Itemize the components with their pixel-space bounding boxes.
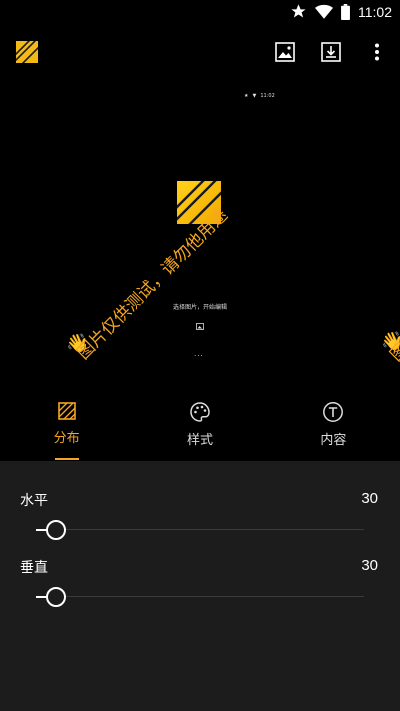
- download-button[interactable]: [308, 29, 354, 75]
- more-button[interactable]: [354, 29, 400, 75]
- watermark-text: 图片仅供测试，请勿他用途: [73, 205, 232, 364]
- slider-thumb[interactable]: [45, 520, 66, 540]
- tab-style[interactable]: 样式: [133, 390, 266, 461]
- star-icon: [291, 4, 306, 18]
- vertical-label: 垂直: [20, 560, 48, 576]
- wifi-icon: [315, 4, 333, 19]
- status-time: 11:02: [358, 3, 392, 20]
- mini-status-bar: ★ ▼ 11:02: [244, 93, 275, 99]
- slider-thumb[interactable]: [45, 587, 66, 607]
- app-bar: [0, 24, 400, 80]
- text-icon: [323, 402, 344, 422]
- mini-wifi-icon: ▼: [252, 93, 257, 99]
- image-button[interactable]: [262, 29, 308, 75]
- palette-icon: [190, 402, 210, 422]
- mini-star-icon: ★: [244, 93, 249, 99]
- more-vert-icon: [375, 43, 379, 61]
- mini-time: 11:02: [260, 93, 275, 99]
- tab-content[interactable]: 内容: [267, 390, 400, 461]
- download-icon: [321, 42, 341, 62]
- horizontal-slider[interactable]: [36, 520, 364, 540]
- image-icon: [275, 42, 295, 62]
- appbar-actions: [262, 24, 400, 80]
- vertical-slider[interactable]: [36, 587, 364, 607]
- slider-track: [36, 596, 364, 597]
- tab-style-label: 样式: [186, 433, 213, 448]
- app-logo-icon[interactable]: [16, 41, 38, 63]
- tab-bar: 分布 样式 内容: [0, 390, 400, 461]
- status-icons: 11:02: [290, 3, 392, 20]
- watermark-preview[interactable]: ★ ▼ 11:02 选择图片，开始编辑 ... 👋 图片仅供测试，请勿他用途 👋…: [0, 80, 400, 390]
- vertical-value: 30: [361, 557, 378, 574]
- horizontal-label: 水平: [20, 493, 48, 509]
- slider-track: [36, 529, 364, 530]
- tab-distribution-label: 分布: [53, 431, 80, 446]
- battery-icon: [341, 3, 350, 20]
- texture-icon: [57, 402, 76, 420]
- mini-image-icon: [196, 323, 204, 330]
- settings-panel: 水平 30 垂直 30: [0, 461, 400, 711]
- mini-dots: ...: [194, 350, 204, 358]
- mini-caption: 选择图片，开始编辑: [172, 304, 227, 311]
- status-bar: 11:02: [0, 0, 400, 24]
- tab-content-label: 内容: [320, 433, 347, 448]
- horizontal-value: 30: [361, 490, 378, 507]
- tab-distribution[interactable]: 分布: [0, 390, 133, 461]
